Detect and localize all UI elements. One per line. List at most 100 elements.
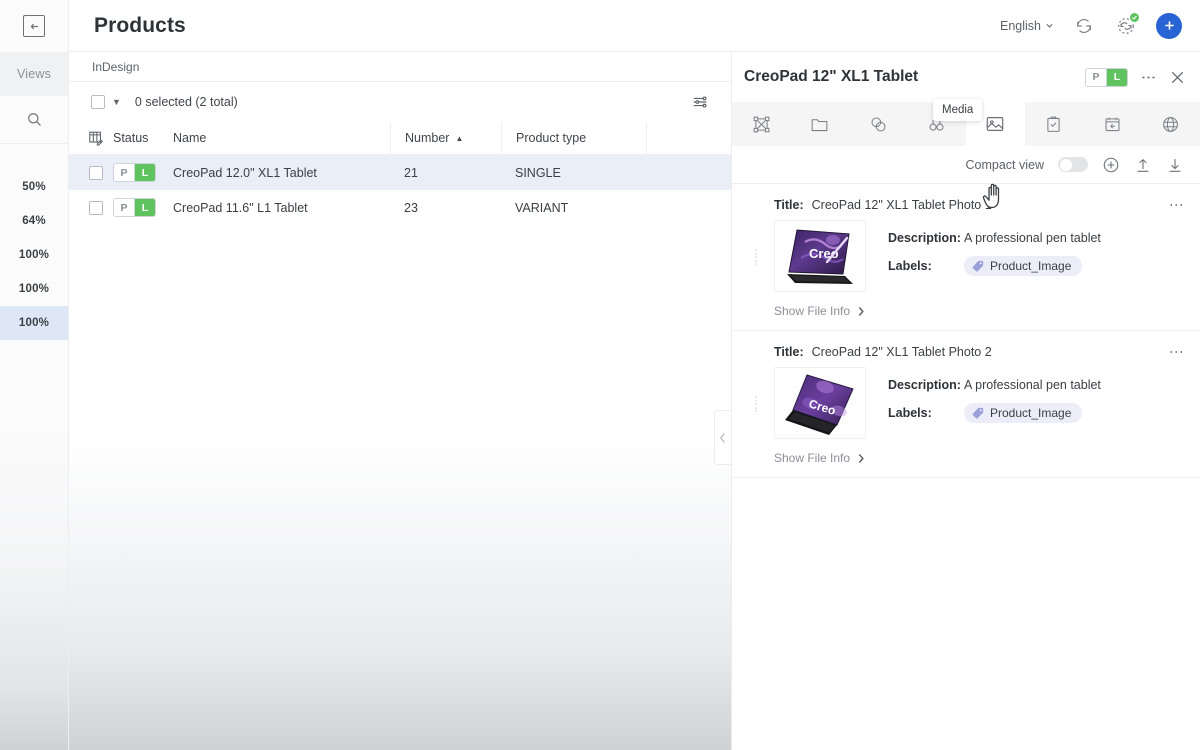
rail-item-2[interactable]: 100%	[0, 238, 68, 272]
media-title-row: Title: CreoPad 12" XL1 Tablet Photo 1 ⋮	[732, 198, 1200, 212]
media-toolbar: Compact view	[732, 146, 1200, 184]
row-type-1: VARIANT	[515, 200, 569, 215]
tag-icon	[972, 407, 984, 419]
chevron-down-icon	[1046, 24, 1053, 28]
tag-icon	[972, 260, 984, 272]
status-badge: P L	[1085, 67, 1128, 87]
column-config-icon[interactable]	[69, 122, 107, 154]
more-vertical-icon[interactable]: ⋮	[1169, 198, 1185, 212]
download-icon[interactable]	[1166, 156, 1184, 174]
upload-icon[interactable]	[1134, 156, 1152, 174]
rail-item-0[interactable]: 50%	[0, 170, 68, 204]
rail-views-label: Views	[0, 52, 68, 96]
table-row[interactable]: P L CreoPad 11.6" L1 Tablet 23 VARIANT	[69, 190, 731, 225]
detail-panel-title: CreoPad 12" XL1 Tablet	[744, 68, 919, 85]
table-row[interactable]: P L CreoPad 12.0" XL1 Tablet 21 SINGLE	[69, 155, 731, 190]
refresh-icon[interactable]	[1072, 14, 1096, 38]
tab-indesign[interactable]: InDesign	[92, 60, 139, 74]
media-labels-field: Labels: Product_Image	[888, 399, 1101, 427]
list-tab-strip: InDesign	[69, 52, 731, 82]
media-thumbnail[interactable]: Creo	[774, 220, 866, 292]
label-chip[interactable]: Product_Image	[964, 403, 1083, 423]
add-product-button[interactable]	[1156, 12, 1182, 39]
media-fields: Description: A professional pen tablet L…	[888, 220, 1101, 292]
status-badge-p: P	[114, 164, 134, 181]
language-selector[interactable]: English	[1000, 19, 1054, 33]
row-name-1[interactable]: CreoPad 11.6" L1 Tablet	[173, 190, 390, 225]
show-file-info-link[interactable]: Show File Info	[774, 451, 865, 465]
status-badge: P L	[113, 163, 156, 182]
media-thumbnail[interactable]: Creo	[774, 367, 866, 439]
status-badge-l: L	[134, 164, 155, 181]
row-number-1: 23	[404, 200, 418, 215]
close-icon[interactable]	[1169, 69, 1186, 86]
imports-tab[interactable]	[1083, 102, 1142, 146]
attributes-tab[interactable]	[732, 102, 791, 146]
media-tooltip: Media	[933, 99, 983, 121]
media-description-field: Description: A professional pen tablet	[888, 224, 1101, 252]
status-badge-l: L	[1106, 68, 1127, 86]
media-title-value: CreoPad 12" XL1 Tablet Photo 2	[811, 345, 992, 359]
select-all-checkbox[interactable]	[91, 95, 105, 109]
sort-ascending-icon: ▲	[455, 133, 464, 143]
column-header-name[interactable]: Name	[173, 122, 390, 154]
drag-handle[interactable]	[752, 249, 760, 265]
media-labels-label: Labels:	[888, 259, 932, 273]
rail-item-1[interactable]: 64%	[0, 204, 68, 238]
row-type-0: SINGLE	[515, 165, 561, 180]
row-status-0: P L	[107, 155, 173, 190]
media-title-value: CreoPad 12" XL1 Tablet Photo 1	[811, 198, 992, 212]
folder-tab[interactable]	[791, 102, 850, 146]
row-checkbox-0[interactable]	[69, 155, 107, 190]
compact-view-toggle[interactable]	[1058, 157, 1088, 172]
collapse-left-icon[interactable]	[23, 15, 45, 37]
label-chip[interactable]: Product_Image	[964, 256, 1083, 276]
media-body: Creo Description: A professional pen tab…	[732, 359, 1200, 439]
media-description-label: Description:	[888, 231, 961, 245]
rail-item-3[interactable]: 100%	[0, 272, 68, 306]
search-icon[interactable]	[0, 96, 68, 144]
plus-circle-icon[interactable]	[1102, 156, 1120, 174]
status-badge: P L	[113, 198, 156, 217]
column-header-spacer	[646, 122, 731, 154]
detail-panel-tabs: Media	[732, 99, 1200, 209]
column-header-number-label: Number	[405, 131, 450, 145]
sync-status-icon[interactable]	[1114, 11, 1140, 38]
chevron-left-icon[interactable]	[714, 410, 731, 465]
plus-icon	[1164, 21, 1174, 30]
drag-handle[interactable]	[752, 396, 760, 412]
show-file-info-link[interactable]: Show File Info	[774, 304, 865, 318]
media-description-value: A professional pen tablet	[964, 378, 1101, 392]
creopad-tablet-open-front-image: Creo	[775, 221, 865, 291]
selection-bar: ▼ 0 selected (2 total)	[69, 82, 731, 122]
column-header-status[interactable]: Status	[107, 122, 173, 154]
rail-view-list: 50% 64% 100% 100% 100%	[0, 144, 68, 340]
media-footer: Show File Info	[732, 439, 1200, 467]
media-labels-field: Labels: Product_Image	[888, 252, 1101, 280]
media-item: Title: CreoPad 12" XL1 Tablet Photo 1 ⋮	[732, 184, 1200, 331]
select-all-dropdown-icon[interactable]: ▼	[112, 97, 121, 107]
row-checkbox-1[interactable]	[69, 190, 107, 225]
media-item: Title: CreoPad 12" XL1 Tablet Photo 2 ⋮	[732, 331, 1200, 478]
filter-settings-icon[interactable]	[691, 93, 709, 111]
media-description-label: Description:	[888, 378, 961, 392]
rail-item-4[interactable]: 100%	[0, 306, 68, 340]
relations-tab[interactable]	[849, 102, 908, 146]
media-description-value: A professional pen tablet	[964, 231, 1101, 245]
column-header-number[interactable]: Number ▲	[390, 122, 501, 154]
product-list-area: InDesign ▼ 0 selected (2 total) Status N…	[69, 52, 731, 750]
compact-view-label: Compact view	[965, 157, 1045, 172]
row-name-0[interactable]: CreoPad 12.0" XL1 Tablet	[173, 155, 390, 190]
more-vertical-icon[interactable]: ⋮	[1169, 345, 1185, 359]
media-title-row: Title: CreoPad 12" XL1 Tablet Photo 2 ⋮	[732, 345, 1200, 359]
row-number-0: 21	[404, 165, 418, 180]
media-title-label: Title:	[774, 198, 804, 212]
detail-panel-header: CreoPad 12" XL1 Tablet P L ⋮	[732, 52, 1200, 102]
column-header-product-type[interactable]: Product type	[501, 122, 646, 154]
chevron-right-icon	[858, 453, 864, 463]
selection-count-label: 0 selected (2 total)	[134, 95, 238, 109]
more-vertical-icon[interactable]: ⋮	[1140, 70, 1157, 85]
show-file-info-label: Show File Info	[774, 304, 851, 318]
tasks-tab[interactable]	[1025, 102, 1084, 146]
channels-tab[interactable]	[1142, 102, 1200, 146]
